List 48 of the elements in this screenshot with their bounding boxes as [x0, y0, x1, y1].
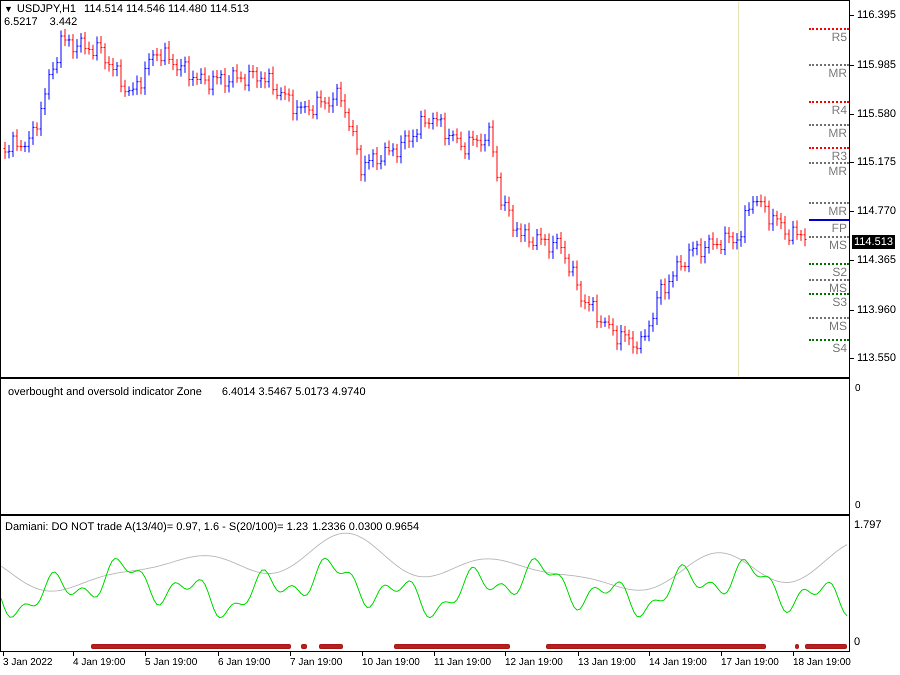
pivot-label: FP: [832, 222, 847, 234]
axis-label: 0: [855, 382, 861, 396]
info-value: 6.5217: [4, 16, 38, 29]
time-label: 6 Jan 19:00: [218, 656, 270, 670]
price-tick: 115.985: [857, 58, 896, 72]
axis-label: 0: [854, 634, 860, 650]
axis-label: 0: [855, 499, 861, 513]
info-value: 3.442: [50, 16, 78, 29]
pivot-label: R3: [832, 150, 847, 162]
time-label: 5 Jan 19:00: [145, 656, 198, 670]
time-label: 14 Jan 19:00: [649, 656, 707, 670]
pivot-label: MS: [829, 320, 847, 332]
indicator-title: overbought and oversold indicator Zone: [8, 385, 202, 400]
dropdown-arrow-icon: ▼: [4, 3, 13, 16]
time-label: 10 Jan 19:00: [362, 656, 420, 670]
pivot-label: MR: [828, 165, 847, 177]
pivot-label: R4: [832, 104, 847, 116]
price-tick: 114.770: [857, 204, 896, 218]
time-label: 4 Jan 19:00: [73, 656, 126, 670]
damiani-title: Damiani: DO NOT trade A(13/40)= 0.97, 1.6 - S(20/100)= 1.23: [5, 520, 308, 535]
price-tick: 114.365: [857, 253, 896, 267]
price-tick: 115.580: [857, 107, 896, 121]
pivot-label: MR: [828, 127, 847, 139]
time-label: 18 Jan 19:00: [793, 656, 851, 670]
current-price-tag: 114.513: [852, 235, 895, 249]
time-label: 12 Jan 19:00: [505, 656, 563, 670]
time-label: 13 Jan 19:00: [578, 656, 636, 670]
pivot-label: S4: [832, 342, 847, 354]
time-label: 11 Jan 19:00: [434, 656, 492, 670]
price-tick: 113.960: [857, 303, 896, 317]
pivot-label: MS: [829, 239, 847, 251]
pivot-label: MR: [828, 67, 847, 79]
price-tick: 115.175: [857, 155, 896, 169]
time-label: 17 Jan 19:00: [721, 656, 779, 670]
time-label: 3 Jan 2022: [3, 656, 52, 670]
ohlc-values: 114.514 114.546 114.480 114.513: [84, 3, 249, 16]
pivot-label: MR: [828, 205, 847, 217]
indicator-values: 6.4014 3.5467 5.0173 4.9740: [222, 385, 366, 400]
pivot-label: MS: [829, 282, 847, 294]
pivot-label: R5: [832, 31, 847, 43]
pivot-label: S2: [832, 266, 847, 278]
price-tick: 116.395: [857, 8, 896, 22]
pivot-label: S3: [832, 296, 847, 308]
time-label: 7 Jan 19:00: [290, 656, 342, 670]
symbol-label: USDJPY,H1: [16, 3, 76, 16]
axis-label: 1.797: [854, 518, 882, 533]
price-tick: 113.550: [857, 351, 896, 365]
damiani-values: 1.2336 0.0300 0.9654: [312, 520, 420, 535]
